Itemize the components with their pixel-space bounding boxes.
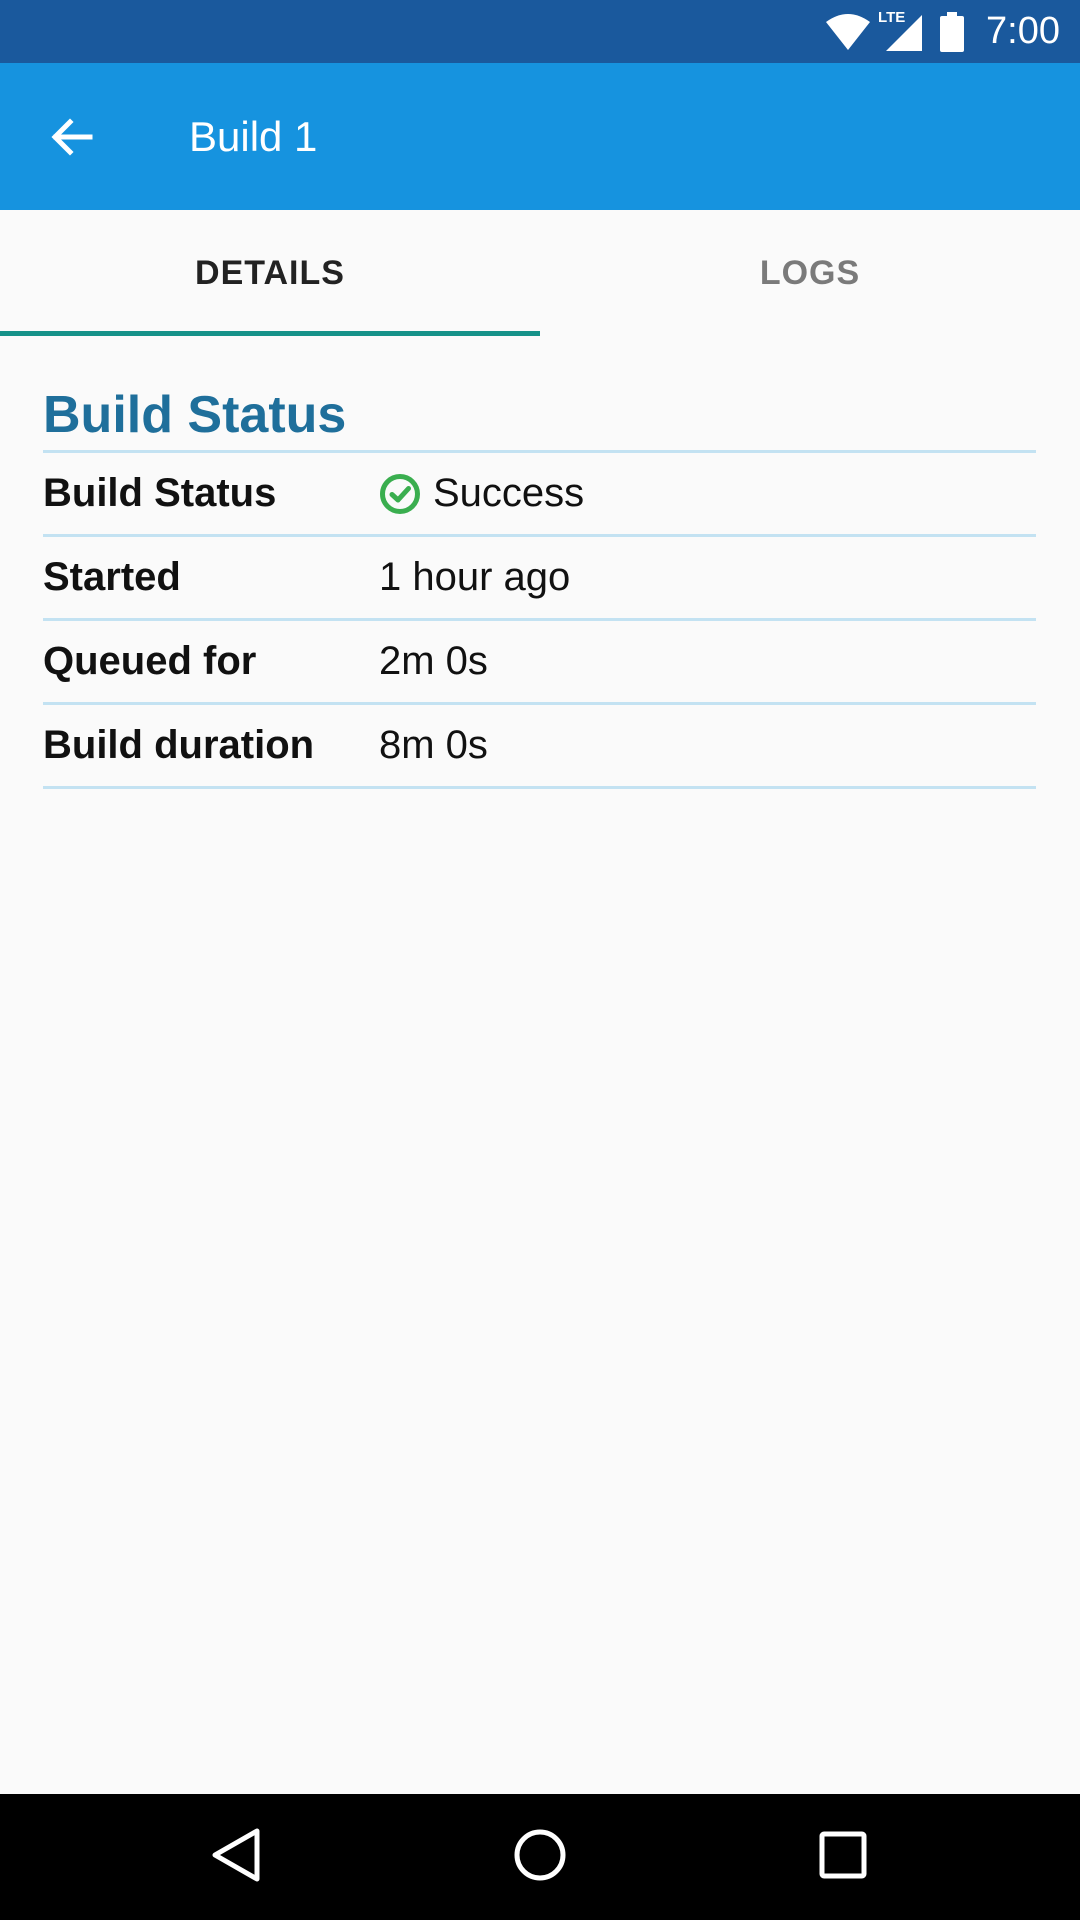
lte-label: LTE: [878, 8, 906, 26]
nav-home-button[interactable]: [504, 1821, 576, 1893]
nav-recents-icon: [818, 1830, 868, 1885]
status-value: Success: [433, 471, 585, 515]
status-bar: LTE 7:00: [0, 0, 1080, 63]
detail-value: 8m 0s: [379, 723, 488, 767]
detail-row-build-duration: Build duration 8m 0s: [43, 705, 1036, 789]
tab-logs-label: LOGS: [759, 253, 861, 292]
tab-details[interactable]: DETAILS: [0, 210, 540, 336]
back-button[interactable]: [30, 97, 114, 181]
nav-back-icon: [209, 1825, 263, 1890]
arrow-back-icon: [48, 113, 96, 166]
detail-label: Queued for: [43, 639, 257, 683]
tab-indicator: [0, 331, 540, 336]
detail-value: Success: [379, 471, 584, 516]
nav-home-icon: [512, 1827, 568, 1888]
battery-icon: [940, 11, 965, 52]
tab-bar: DETAILS LOGS: [0, 210, 1080, 336]
detail-row-build-status: Build Status Success: [43, 453, 1036, 537]
section-title: Build Status: [43, 380, 1036, 453]
tab-logs[interactable]: LOGS: [540, 210, 1080, 336]
detail-row-started: Started 1 hour ago: [43, 537, 1036, 621]
detail-label: Started: [43, 555, 181, 599]
detail-label: Build Status: [43, 471, 277, 515]
wifi-icon: [824, 12, 872, 52]
detail-row-queued-for: Queued for 2m 0s: [43, 621, 1036, 705]
nav-back-button[interactable]: [200, 1821, 272, 1893]
page-title: Build 1: [189, 113, 318, 160]
cell-signal-icon: LTE: [878, 8, 924, 53]
status-icons: LTE 7:00: [824, 0, 1060, 63]
check-circle-icon: [379, 473, 421, 515]
detail-value: 1 hour ago: [379, 555, 571, 599]
nav-recents-button[interactable]: [807, 1821, 879, 1893]
status-time: 7:00: [986, 10, 1060, 52]
system-nav-bar: [0, 1794, 1080, 1920]
app-bar: Build 1: [0, 63, 1080, 210]
tab-details-label: DETAILS: [195, 253, 345, 292]
detail-label: Build duration: [43, 723, 315, 767]
details-panel: Build Status Build Status Success Starte…: [43, 380, 1036, 789]
detail-value: 2m 0s: [379, 639, 488, 683]
